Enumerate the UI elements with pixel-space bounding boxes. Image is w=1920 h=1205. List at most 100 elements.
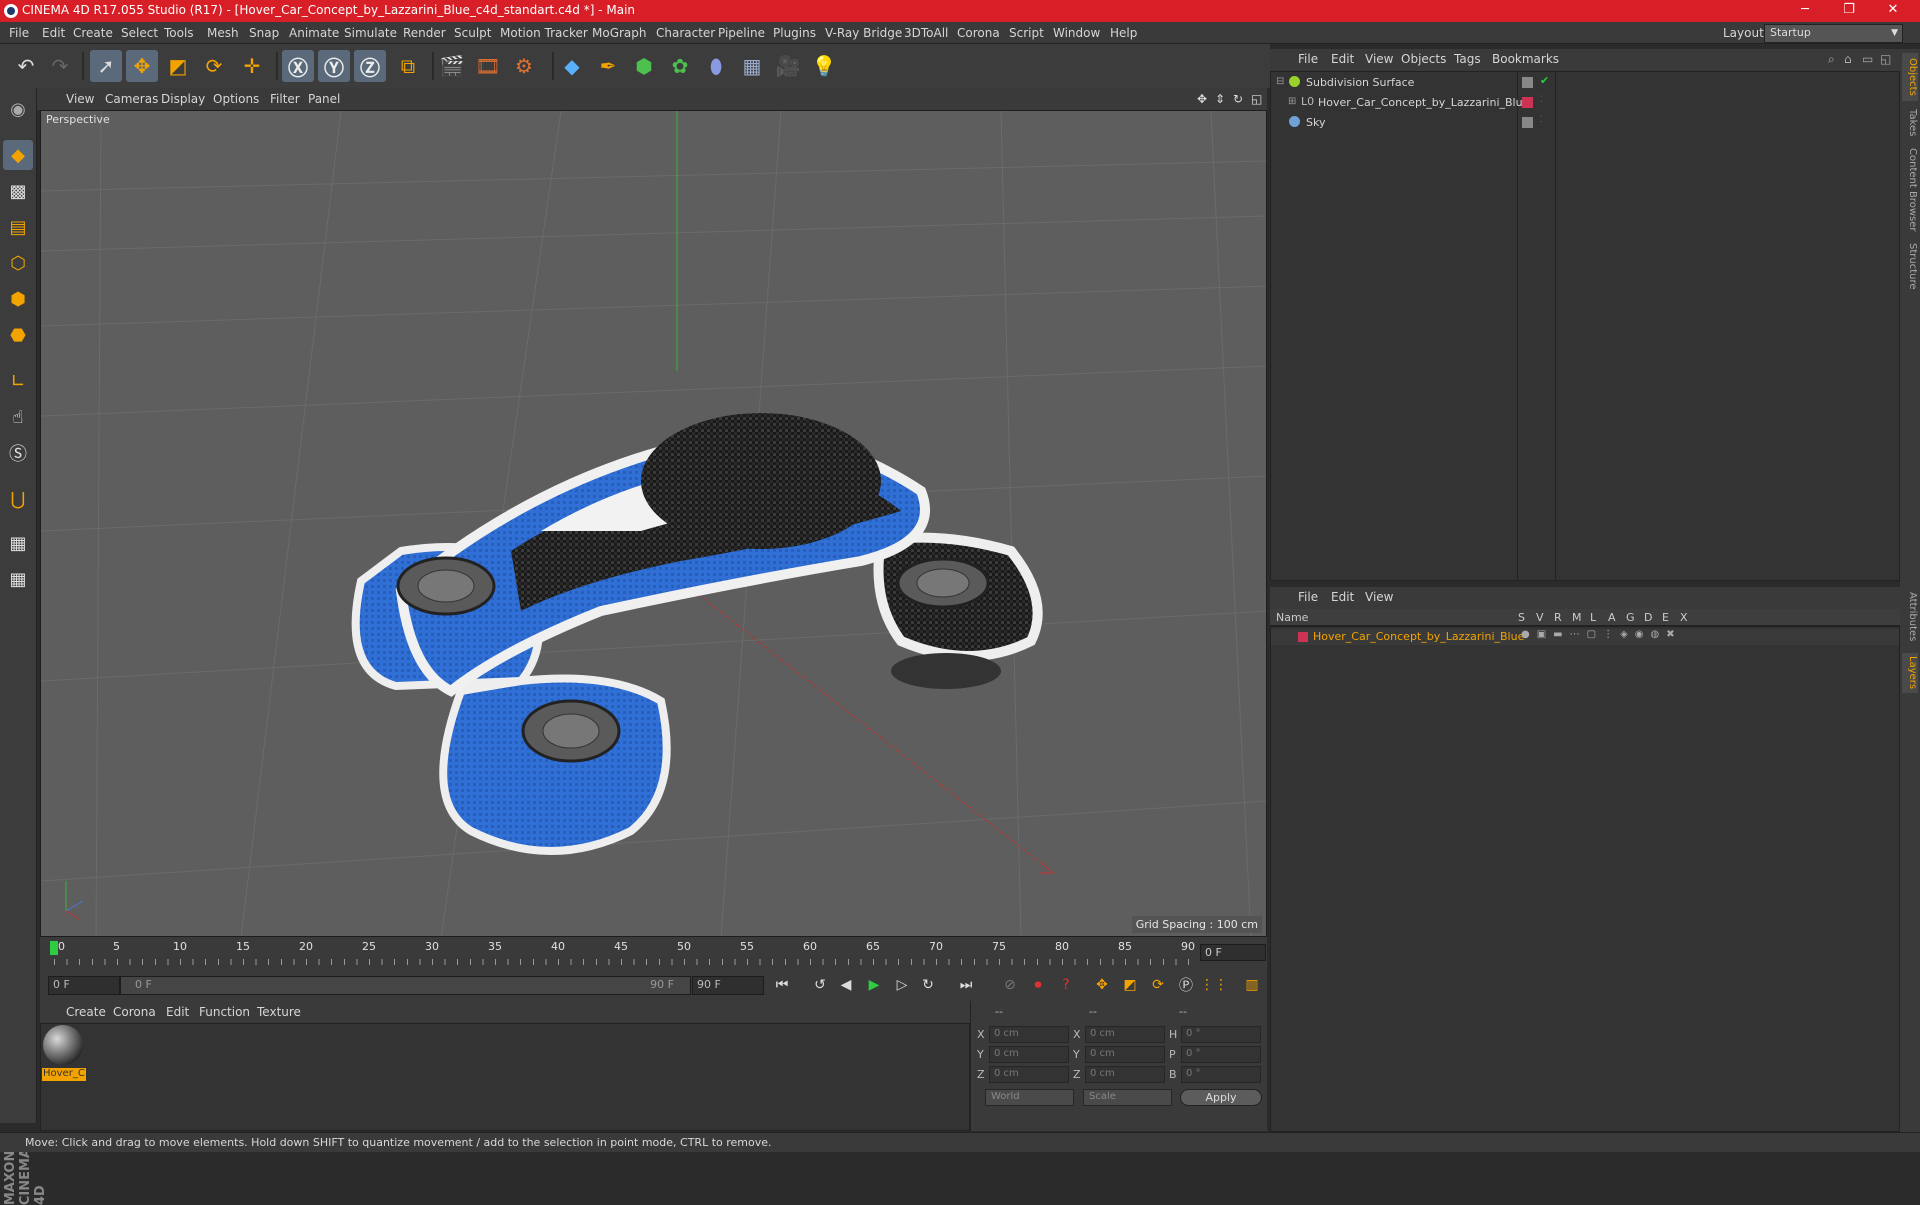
live-selection-icon[interactable]: ➚ — [90, 50, 122, 82]
apply-button[interactable]: Apply — [1180, 1089, 1262, 1106]
layer-color-icon[interactable] — [1522, 97, 1533, 108]
go-to-start-icon[interactable]: ⏮ — [770, 973, 794, 997]
end-frame-field[interactable]: 90 F — [692, 976, 764, 995]
camera-icon[interactable]: 🎥 — [772, 50, 804, 82]
next-key-icon[interactable]: ↻ — [916, 973, 940, 997]
transform-tool-icon[interactable]: ✛ — [236, 50, 268, 82]
material-name[interactable]: Hover_C — [42, 1068, 86, 1081]
next-frame-icon[interactable]: ▷ — [890, 973, 914, 997]
object-row-sky[interactable]: Sky ⁚ — [1272, 114, 1898, 132]
size-x-field[interactable]: 0 cm — [1085, 1026, 1165, 1043]
tab-takes[interactable]: Takes — [1902, 105, 1918, 141]
expand-icon[interactable]: ⊞ — [1288, 96, 1296, 107]
menu-edit[interactable]: Edit — [42, 26, 65, 40]
menu-plugins[interactable]: Plugins — [773, 26, 816, 40]
layer-color-swatch[interactable] — [1298, 632, 1308, 642]
material-menu-edit[interactable]: Edit — [166, 1005, 189, 1019]
menu-animate[interactable]: Animate — [289, 26, 339, 40]
object-row-hover-car[interactable]: ⊞ L0 Hover_Car_Concept_by_Lazzarini_Blue… — [1272, 94, 1898, 112]
viewport-menu-view[interactable]: View — [66, 92, 94, 106]
autokeying-icon[interactable]: ? — [1054, 973, 1078, 997]
tab-layers[interactable]: Layers — [1902, 653, 1918, 693]
workplane-grid-icon[interactable]: ▦ — [3, 564, 33, 594]
menu-window[interactable]: Window — [1053, 26, 1100, 40]
menu-render[interactable]: Render — [403, 26, 446, 40]
undo-icon[interactable]: ↶ — [10, 50, 42, 82]
model-mode-icon[interactable]: ◆ — [3, 140, 33, 170]
render-picture-viewer-icon[interactable]: 🎞 — [472, 50, 504, 82]
rotation-b-field[interactable]: 0 ° — [1181, 1066, 1261, 1083]
previous-key-icon[interactable]: ↺ — [808, 973, 832, 997]
size-z-field[interactable]: 0 cm — [1085, 1066, 1165, 1083]
keyframe-selection-icon[interactable]: ⊘ — [998, 973, 1022, 997]
timeline-ruler[interactable]: 0 5 10 15 20 25 30 35 40 45 50 55 60 65 … — [40, 937, 1267, 969]
previous-frame-icon[interactable]: ◀ — [834, 973, 858, 997]
edges-mode-icon[interactable]: ⬢ — [3, 284, 33, 314]
object-menu-objects[interactable]: Objects — [1401, 52, 1446, 66]
material-menu-corona[interactable]: Corona — [113, 1005, 156, 1019]
deformer-icon[interactable]: ⬮ — [700, 50, 732, 82]
object-menu-edit[interactable]: Edit — [1331, 52, 1354, 66]
maximize-panel-icon[interactable]: ◱ — [1880, 52, 1891, 66]
perspective-viewport[interactable]: Perspective Grid Spacing : 100 cm — [40, 110, 1267, 937]
axis-mode-icon[interactable]: ∟ — [3, 366, 33, 396]
coordinate-mode-select[interactable]: World — [985, 1089, 1074, 1106]
menu-mograph[interactable]: MoGraph — [592, 26, 647, 40]
key-parameter-icon[interactable]: Ⓟ — [1174, 973, 1198, 997]
object-menu-file[interactable]: File — [1298, 52, 1318, 66]
render-settings-icon[interactable]: ⚙ — [508, 50, 540, 82]
playhead-marker[interactable] — [50, 941, 58, 955]
cube-object-icon[interactable]: ◆ — [556, 50, 588, 82]
object-menu-bookmarks[interactable]: Bookmarks — [1492, 52, 1559, 66]
key-position-icon[interactable]: ✥ — [1090, 973, 1114, 997]
scale-tool-icon[interactable]: ◩ — [162, 50, 194, 82]
viewport-zoom-icon[interactable]: ⇕ — [1215, 92, 1225, 106]
layer-flag-icons[interactable]: ●▣▬⋯▢⋮◈◉◍✖ — [1521, 629, 1682, 640]
menu-character[interactable]: Character — [656, 26, 715, 40]
menu-create[interactable]: Create — [73, 26, 113, 40]
home-icon[interactable]: ⌂ — [1844, 52, 1852, 66]
polygons-mode-icon[interactable]: ⬣ — [3, 320, 33, 350]
workplane-lock-icon[interactable]: ▦ — [3, 528, 33, 558]
material-thumbnail[interactable] — [43, 1025, 83, 1065]
tab-structure[interactable]: Structure — [1902, 239, 1918, 293]
tab-attributes[interactable]: Attributes — [1902, 587, 1918, 647]
make-editable-icon[interactable]: ◉ — [3, 94, 33, 124]
new-view-icon[interactable]: ▭ — [1862, 52, 1873, 66]
x-axis-lock-icon[interactable]: Ⓧ — [282, 50, 314, 82]
key-rotation-icon[interactable]: ⟳ — [1146, 973, 1170, 997]
cloner-icon[interactable]: ✿ — [664, 50, 696, 82]
position-z-field[interactable]: 0 cm — [989, 1066, 1069, 1083]
layer-menu-edit[interactable]: Edit — [1331, 590, 1354, 604]
position-y-field[interactable]: 0 cm — [989, 1046, 1069, 1063]
material-menu-function[interactable]: Function — [199, 1005, 250, 1019]
object-menu-view[interactable]: View — [1365, 52, 1393, 66]
menu-vray-bridge[interactable]: V-Ray Bridge — [825, 26, 902, 40]
tab-content-browser[interactable]: Content Browser — [1902, 145, 1918, 235]
menu-mesh[interactable]: Mesh — [207, 26, 239, 40]
menu-3dtoall[interactable]: 3DToAll — [904, 26, 948, 40]
material-menu-texture[interactable]: Texture — [257, 1005, 301, 1019]
layer-row[interactable]: Hover_Car_Concept_by_Lazzarini_Blue ●▣▬⋯… — [1271, 629, 1899, 645]
menu-tools[interactable]: Tools — [164, 26, 194, 40]
redo-icon[interactable]: ↷ — [44, 50, 76, 82]
menu-script[interactable]: Script — [1009, 26, 1044, 40]
collapse-icon[interactable]: ⊟ — [1276, 76, 1284, 87]
position-x-field[interactable]: 0 cm — [989, 1026, 1069, 1043]
close-button[interactable]: ✕ — [1870, 0, 1916, 22]
viewport-menu-display[interactable]: Display — [161, 92, 205, 106]
menu-sculpt[interactable]: Sculpt — [454, 26, 491, 40]
search-icon[interactable]: ⌕ — [1828, 52, 1835, 67]
magnet-icon[interactable]: ⋃ — [3, 484, 33, 514]
menu-simulate[interactable]: Simulate — [344, 26, 397, 40]
layer-menu-view[interactable]: View — [1365, 590, 1393, 604]
go-to-end-icon[interactable]: ⏭ — [954, 973, 978, 997]
viewport-menu-cameras[interactable]: Cameras — [105, 92, 158, 106]
layout-select[interactable]: Startup ▼ — [1764, 24, 1903, 43]
menu-snap[interactable]: Snap — [249, 26, 279, 40]
material-menu-create[interactable]: Create — [66, 1005, 106, 1019]
workplane-mode-icon[interactable]: ▤ — [3, 212, 33, 242]
size-mode-select[interactable]: Scale — [1083, 1089, 1172, 1106]
tweak-mode-icon[interactable]: ☝ — [3, 402, 33, 432]
floor-scene-icon[interactable]: ▦ — [736, 50, 768, 82]
